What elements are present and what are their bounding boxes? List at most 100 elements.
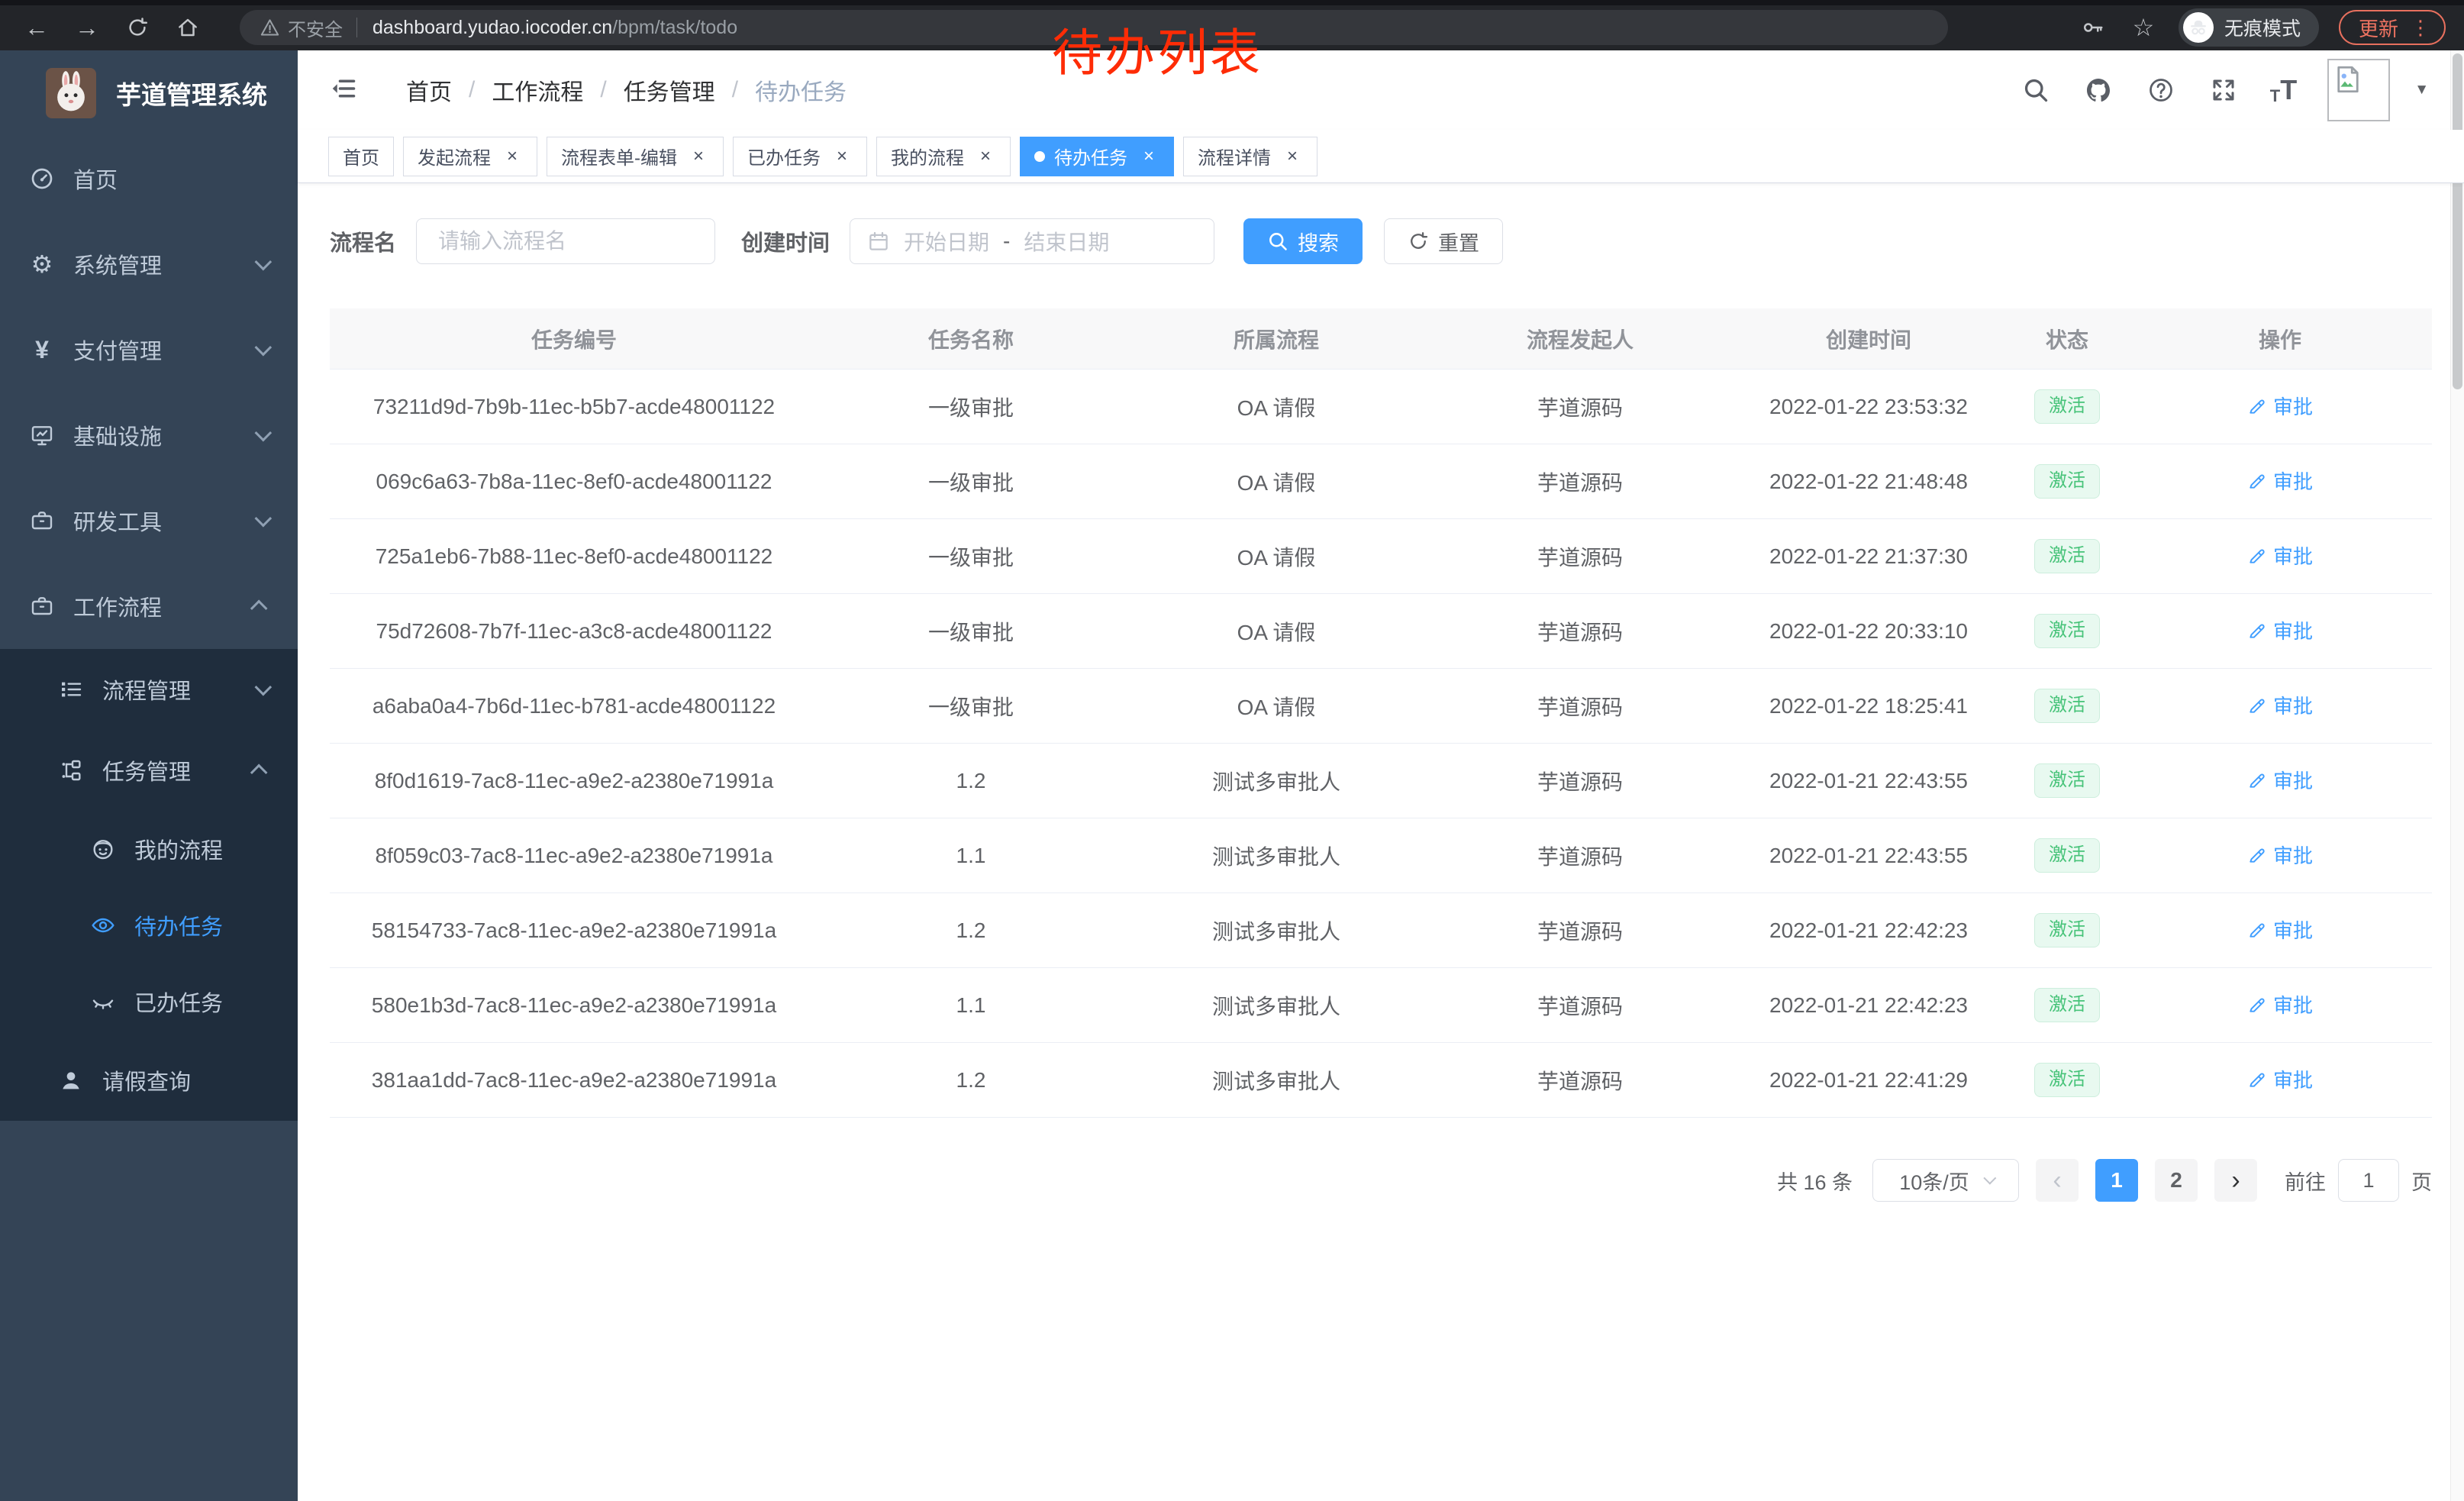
approve-button[interactable]: 审批 [2247, 990, 2313, 1018]
sidebar-item-workflow[interactable]: 工作流程 [0, 563, 298, 649]
sidebar-item-done-tasks[interactable]: 已办任务 [0, 964, 298, 1040]
table-body: 73211d9d-7b9b-11ec-b5b7-acde48001122 一级审… [330, 370, 2432, 1118]
prev-page-button[interactable] [2036, 1159, 2079, 1202]
eye-closed-icon [90, 989, 116, 1015]
avatar[interactable] [2327, 59, 2390, 121]
approve-button[interactable]: 审批 [2247, 915, 2313, 944]
sidebar-item-home[interactable]: 首页 [0, 136, 298, 221]
tab[interactable]: 已办任务 [733, 137, 867, 176]
page-scrollbar[interactable] [2450, 50, 2464, 1501]
search-button[interactable]: 搜索 [1243, 218, 1363, 264]
avatar-caret-icon[interactable]: ▼ [2414, 82, 2429, 98]
approve-label: 审批 [2273, 915, 2313, 944]
page-size-value: 10条/页 [1899, 1166, 1969, 1196]
approve-button[interactable]: 审批 [2247, 466, 2313, 495]
edit-pencil-icon [2247, 845, 2267, 865]
active-dot-icon [1034, 151, 1045, 162]
close-icon[interactable] [975, 146, 996, 167]
approve-button[interactable]: 审批 [2247, 392, 2313, 420]
close-icon[interactable] [1138, 146, 1159, 167]
pagination-goto: 前往 页 [2285, 1159, 2432, 1202]
browser-menu-icon[interactable]: ⋮ [2411, 16, 2430, 40]
table-row: 069c6a63-7b8a-11ec-8ef0-acde48001122 一级审… [330, 444, 2432, 519]
password-key-icon[interactable] [2078, 12, 2108, 43]
approve-button[interactable]: 审批 [2247, 691, 2313, 719]
process-name-input[interactable] [438, 229, 693, 253]
github-icon[interactable] [2082, 74, 2114, 106]
address-bar[interactable]: 不安全 dashboard.yudao.iocoder.cn /bpm/task… [240, 10, 1948, 45]
table-row: 58154733-7ac8-11ec-a9e2-a2380e71991a 1.2… [330, 893, 2432, 968]
start-date-placeholder[interactable]: 开始日期 [904, 226, 989, 257]
end-date-placeholder[interactable]: 结束日期 [1024, 226, 1109, 257]
breadcrumb-home[interactable]: 首页 [406, 73, 452, 107]
status-badge: 激活 [2034, 1063, 2100, 1096]
approve-button[interactable]: 审批 [2247, 616, 2313, 644]
sidebar-item-label: 支付管理 [73, 334, 162, 366]
approve-button[interactable]: 审批 [2247, 766, 2313, 794]
bookmark-star-icon[interactable]: ☆ [2128, 12, 2159, 43]
tab[interactable]: 流程表单-编辑 [547, 137, 724, 176]
breadcrumb-task-management[interactable]: 任务管理 [624, 73, 715, 107]
cell-starter: 芋道源码 [1429, 990, 1731, 1021]
approve-label: 审批 [2273, 616, 2313, 644]
next-page-button[interactable] [2214, 1159, 2257, 1202]
sidebar-item-process-management[interactable]: 流程管理 [0, 649, 298, 730]
approve-label: 审批 [2273, 766, 2313, 794]
browser-update-chip[interactable]: 更新 ⋮ [2339, 10, 2446, 45]
chevron-down-icon [1983, 1172, 1996, 1185]
cell-status: 激活 [2006, 464, 2128, 498]
sidebar-item-leave-query[interactable]: 请假查询 [0, 1040, 298, 1121]
approve-button[interactable]: 审批 [2247, 841, 2313, 869]
sidebar-item-task-management[interactable]: 任务管理 [0, 730, 298, 811]
approve-button[interactable]: 审批 [2247, 1065, 2313, 1093]
tab[interactable]: 流程详情 [1183, 137, 1317, 176]
briefcase-icon [29, 593, 55, 619]
cell-create-time: 2022-01-21 22:43:55 [1731, 844, 2006, 868]
incognito-badge: 无痕模式 [2179, 8, 2319, 47]
sidebar-logo[interactable]: 芋道管理系统 [0, 50, 298, 136]
font-size-icon[interactable]: T T [2270, 74, 2297, 106]
not-secure-label[interactable]: 不安全 [288, 15, 343, 41]
tab[interactable]: 首页 [328, 137, 394, 176]
help-icon[interactable] [2145, 74, 2177, 106]
sidebar-item-devtools[interactable]: 研发工具 [0, 478, 298, 563]
tab[interactable]: 我的流程 [876, 137, 1011, 176]
fullscreen-icon[interactable] [2208, 74, 2240, 106]
tab[interactable]: 发起流程 [403, 137, 537, 176]
status-badge: 激活 [2034, 464, 2100, 498]
page-number-button[interactable]: 2 [2155, 1159, 2198, 1202]
browser-home-icon[interactable] [173, 12, 203, 43]
sidebar-item-system[interactable]: ⚙ 系统管理 [0, 221, 298, 307]
edit-pencil-icon [2247, 396, 2267, 416]
tab[interactable]: 待办任务 [1020, 137, 1174, 176]
goto-page-input[interactable] [2338, 1159, 2399, 1202]
cell-task-name: 1.2 [818, 918, 1124, 943]
close-icon[interactable] [688, 146, 709, 167]
monitor-icon [29, 422, 55, 448]
approve-button[interactable]: 审批 [2247, 541, 2313, 570]
reset-button[interactable]: 重置 [1384, 218, 1503, 264]
page-size-select[interactable]: 10条/页 [1872, 1159, 2019, 1202]
create-time-range-picker[interactable]: 开始日期 - 结束日期 [850, 218, 1214, 264]
close-icon[interactable] [831, 146, 853, 167]
breadcrumb-workflow[interactable]: 工作流程 [492, 73, 583, 107]
cell-status: 激活 [2006, 838, 2128, 872]
close-icon[interactable] [502, 146, 523, 167]
search-icon[interactable] [2020, 74, 2052, 106]
scrollbar-thumb[interactable] [2453, 53, 2462, 389]
update-label[interactable]: 更新 [2359, 14, 2398, 42]
breadcrumb-current: 待办任务 [755, 73, 847, 107]
browser-back-icon[interactable]: ← [21, 12, 52, 43]
browser-forward-icon[interactable]: → [72, 12, 102, 43]
sidebar-item-my-process[interactable]: 我的流程 [0, 811, 298, 887]
not-secure-warning-icon[interactable] [260, 18, 280, 38]
cell-task-name: 1.1 [818, 844, 1124, 868]
close-icon[interactable] [1282, 146, 1303, 167]
sidebar-item-payment[interactable]: ¥ 支付管理 [0, 307, 298, 392]
browser-reload-icon[interactable] [122, 12, 153, 43]
cell-starter: 芋道源码 [1429, 392, 1731, 422]
sidebar-item-infrastructure[interactable]: 基础设施 [0, 392, 298, 478]
page-number-button[interactable]: 1 [2095, 1159, 2138, 1202]
sidebar-item-todo-tasks[interactable]: 待办任务 [0, 887, 298, 964]
sidebar-collapse-icon[interactable] [328, 75, 362, 105]
